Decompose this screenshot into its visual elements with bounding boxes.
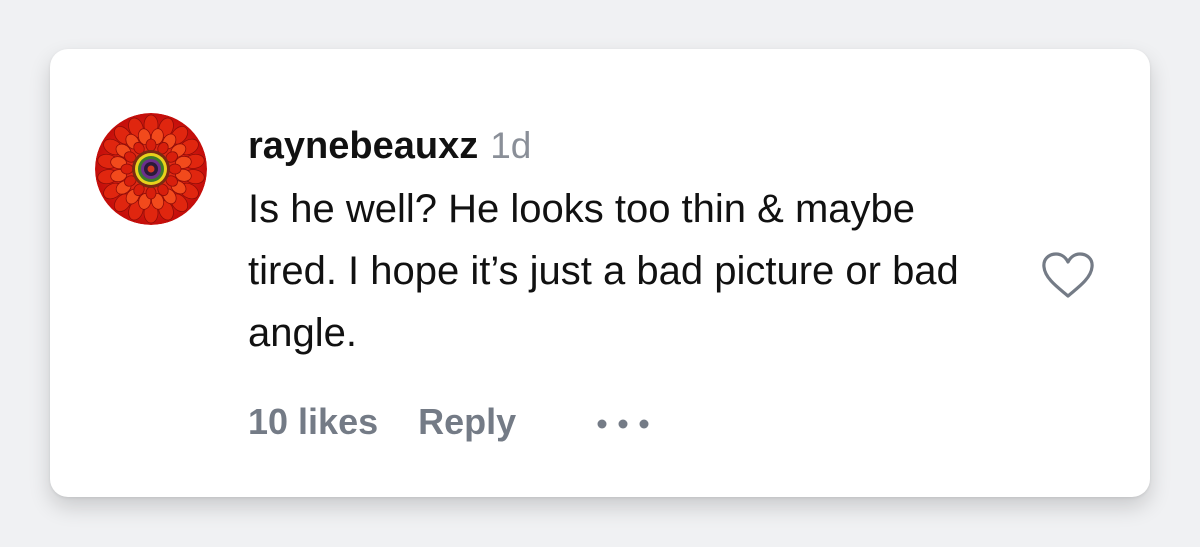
username-link[interactable]: raynebeauxz	[248, 125, 478, 167]
avatar-image	[95, 113, 207, 225]
more-options-button[interactable]	[596, 403, 650, 449]
reply-button[interactable]: Reply	[418, 401, 516, 442]
like-button[interactable]	[1040, 250, 1096, 300]
comment-text: Is he well? He looks too thin & maybe ti…	[248, 187, 959, 355]
comment-header: raynebeauxz 1d	[248, 121, 1028, 171]
ellipsis-icon	[597, 419, 649, 429]
avatar[interactable]	[95, 113, 207, 225]
likes-count[interactable]: 10 likes	[248, 401, 378, 442]
heart-outline-icon	[1042, 252, 1094, 298]
comment-content: raynebeauxz 1d Is he well? He looks too t…	[248, 121, 1028, 364]
comment-actions: 10 likes Reply	[248, 399, 650, 445]
comment-card: raynebeauxz 1d Is he well? He looks too t…	[50, 49, 1150, 497]
timestamp[interactable]: 1d	[490, 125, 531, 166]
